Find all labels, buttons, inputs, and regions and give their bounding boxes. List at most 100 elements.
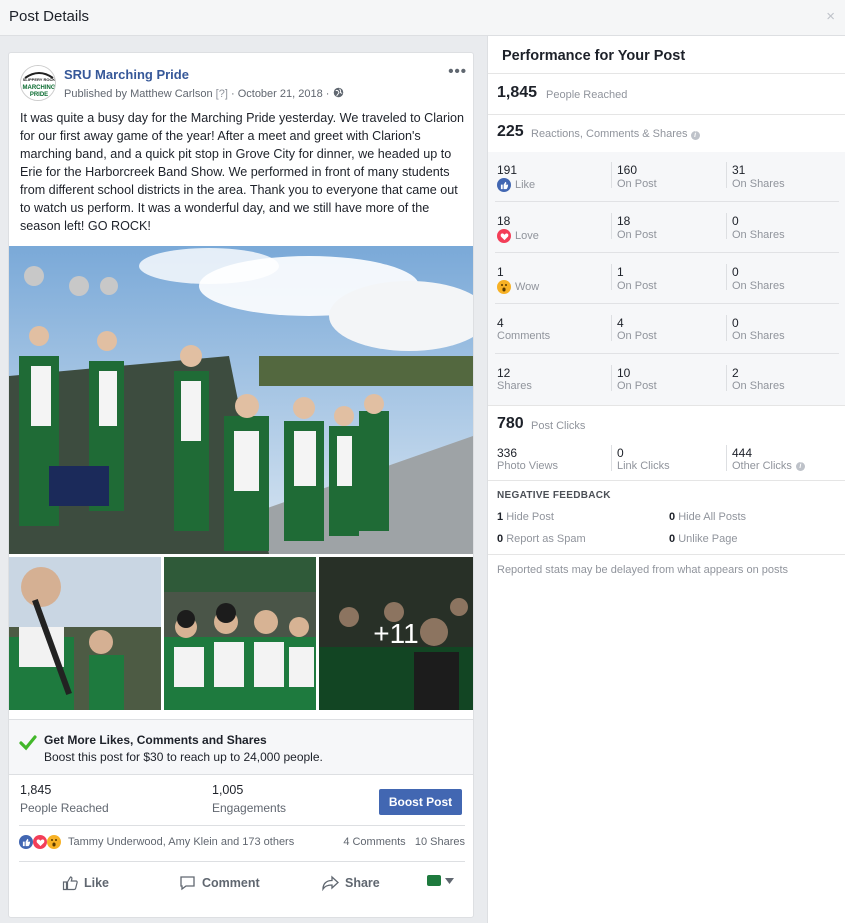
- on-shares-label: On Shares: [732, 229, 785, 241]
- like-icon[interactable]: [19, 835, 33, 849]
- comments-on-shares: 0: [732, 316, 739, 330]
- report-spam-label: Report as Spam: [506, 533, 586, 545]
- engagement-label-text: Reactions, Comments & Shares: [531, 128, 688, 140]
- info-icon[interactable]: i: [795, 461, 805, 471]
- divider: [726, 264, 727, 290]
- close-icon[interactable]: ×: [826, 8, 835, 25]
- post-photo-main[interactable]: [9, 246, 473, 554]
- shares-total: 12: [497, 366, 511, 380]
- separator-dot: ·: [230, 88, 238, 100]
- reaction-names[interactable]: Tammy Underwood, Amy Klein and 173 other…: [68, 836, 294, 848]
- reactions-summary: Tammy Underwood, Amy Klein and 173 other…: [19, 833, 465, 853]
- post-as-selector[interactable]: [427, 875, 454, 886]
- logo-text-1: SLIPPERY ROCK: [23, 77, 56, 82]
- divider: [611, 162, 612, 188]
- engagement-value: 225: [497, 123, 524, 140]
- divider: [495, 252, 839, 253]
- comment-label: Comment: [202, 876, 260, 890]
- page-logo[interactable]: SLIPPERY ROCK MARCHING PRIDE: [20, 65, 56, 101]
- comments-label: Comments: [497, 330, 551, 342]
- engagements-label: Engagements: [212, 801, 287, 815]
- post-date[interactable]: October 21, 2018: [238, 88, 323, 100]
- divider: [488, 480, 845, 481]
- link-clicks-value: 0: [617, 446, 624, 460]
- shares-on-shares: 2: [732, 366, 739, 380]
- reach-label: People Reached: [20, 801, 109, 815]
- stats-footnote: Reported stats may be delayed from what …: [497, 564, 789, 576]
- divider: [611, 315, 612, 341]
- wow-icon[interactable]: [47, 835, 61, 849]
- publisher-name[interactable]: Matthew Carlson: [130, 88, 213, 100]
- shares-count[interactable]: 10 Shares: [415, 836, 465, 848]
- post-clicks-value: 780: [497, 415, 524, 432]
- divider: [726, 365, 727, 391]
- photo-views-label: Photo Views: [497, 460, 558, 472]
- logo-text-2: MARCHING: [23, 85, 56, 91]
- share-icon: [322, 875, 339, 891]
- engagement-label: Reactions, Comments & Shares i: [531, 128, 700, 140]
- post-text: It was quite a busy day for the Marching…: [20, 111, 465, 233]
- post-card: SLIPPERY ROCK MARCHING PRIDE SRU Marchin…: [8, 52, 474, 918]
- wow-label-row: Wow: [497, 280, 539, 294]
- page-name-link[interactable]: SRU Marching Pride: [64, 67, 189, 82]
- performance-pane: Performance for Your Post 1,845 People R…: [487, 36, 845, 923]
- hide-all-posts-value: 0: [669, 511, 676, 523]
- divider: [488, 114, 845, 115]
- post-header: SLIPPERY ROCK MARCHING PRIDE SRU Marchin…: [9, 53, 473, 113]
- comment-button[interactable]: Comment: [179, 875, 260, 891]
- boost-promo: Get More Likes, Comments and Shares Boos…: [9, 719, 473, 775]
- on-shares-label: On Shares: [732, 330, 785, 342]
- like-label: Like: [84, 876, 110, 890]
- love-on-post: 18: [617, 214, 631, 228]
- divider: [611, 445, 612, 471]
- post-photo-thumb-3[interactable]: +11: [319, 557, 473, 710]
- love-icon: [497, 229, 511, 243]
- divider: [611, 365, 612, 391]
- on-shares-label: On Shares: [732, 178, 785, 190]
- modal-header: Post Details ×: [0, 0, 845, 36]
- wow-total: 1: [497, 265, 504, 279]
- people-reached-label: People Reached: [546, 89, 628, 101]
- love-on-shares: 0: [732, 214, 739, 228]
- negative-feedback-title: NEGATIVE FEEDBACK: [497, 490, 611, 501]
- share-label: Share: [345, 876, 380, 890]
- globe-icon[interactable]: [333, 87, 344, 98]
- divider: [495, 353, 839, 354]
- shares-label: Shares: [497, 380, 532, 392]
- reach-value: 1,845: [20, 783, 52, 797]
- like-on-shares: 31: [732, 163, 746, 177]
- other-clicks-value: 444: [732, 446, 753, 460]
- comments-count[interactable]: 4 Comments: [343, 836, 405, 848]
- love-icon[interactable]: [33, 835, 47, 849]
- link-clicks-label: Link Clicks: [617, 460, 670, 472]
- publisher-badge[interactable]: [?]: [216, 88, 228, 100]
- more-options-icon[interactable]: •••: [448, 63, 467, 80]
- info-icon[interactable]: i: [690, 131, 700, 140]
- other-clicks-row: Other Clicks i: [732, 460, 805, 472]
- like-icon: [62, 876, 78, 891]
- more-photos-count[interactable]: +11: [319, 557, 473, 710]
- post-photo-thumb-1[interactable]: [9, 557, 161, 710]
- comment-icon: [180, 876, 195, 891]
- like-label-row: Like: [497, 178, 535, 192]
- share-button[interactable]: Share: [322, 875, 380, 891]
- publish-line: Published by Matthew Carlson [?] · Octob…: [64, 87, 344, 100]
- divider: [19, 825, 465, 826]
- wow-icon: [497, 280, 511, 294]
- divider: [19, 861, 465, 862]
- like-button[interactable]: Like: [62, 875, 109, 891]
- on-post-label: On Post: [617, 380, 657, 392]
- comments-on-post: 4: [617, 316, 624, 330]
- divider: [726, 315, 727, 341]
- modal-title: Post Details: [9, 8, 90, 25]
- hide-post-label: Hide Post: [506, 511, 554, 523]
- divider: [495, 303, 839, 304]
- publisher-prefix: Published by: [64, 88, 127, 100]
- post-photo-thumb-2[interactable]: [164, 557, 316, 710]
- like-total: 191: [497, 163, 518, 177]
- comment-share-counts: 4 Comments 10 Shares: [343, 836, 465, 848]
- boost-post-button[interactable]: Boost Post: [379, 789, 462, 815]
- wow-on-post: 1: [617, 265, 624, 279]
- divider: [726, 162, 727, 188]
- comments-total: 4: [497, 316, 504, 330]
